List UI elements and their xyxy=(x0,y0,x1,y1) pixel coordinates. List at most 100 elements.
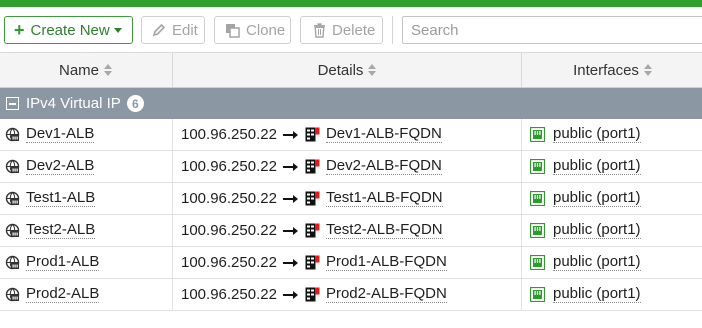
fqdn-target[interactable]: Dev1-ALB-FQDN xyxy=(325,126,442,143)
toolbar-divider xyxy=(392,16,393,44)
column-header-details[interactable]: Details xyxy=(172,53,521,87)
virtual-ip-icon xyxy=(5,159,20,174)
table-row[interactable]: Test1-ALB 100.96.250.22 Test1-ALB-FQDN p… xyxy=(0,183,702,215)
clone-icon xyxy=(225,23,240,38)
details-cell: 100.96.250.22 Dev2-ALB-FQDN xyxy=(172,151,520,182)
external-ip: 100.96.250.22 xyxy=(181,126,277,143)
virtual-ip-icon xyxy=(5,191,20,206)
column-header-label: Details xyxy=(317,61,364,79)
fqdn-address-icon xyxy=(305,159,320,174)
fqdn-address-icon xyxy=(305,127,320,142)
table-row[interactable]: Dev2-ALB 100.96.250.22 Dev2-ALB-FQDN pub… xyxy=(0,151,702,183)
column-header-interfaces[interactable]: Interfaces xyxy=(521,53,702,87)
group-row-ipv4-virtual-ip[interactable]: IPv4 Virtual IP 6 xyxy=(0,88,702,119)
group-label: IPv4 Virtual IP xyxy=(26,95,121,112)
delete-label: Delete xyxy=(332,21,376,39)
interface-name[interactable]: public (port1) xyxy=(553,158,641,175)
column-header-label: Interfaces xyxy=(573,61,639,79)
details-cell: 100.96.250.22 Dev1-ALB-FQDN xyxy=(172,119,520,150)
details-cell: 100.96.250.22 Test1-ALB-FQDN xyxy=(172,183,520,214)
port-icon xyxy=(530,255,545,270)
collapse-icon[interactable] xyxy=(6,97,19,110)
fqdn-target[interactable]: Prod1-ALB-FQDN xyxy=(325,254,447,271)
column-header-label: Name xyxy=(58,61,99,79)
row-name[interactable]: Prod1-ALB xyxy=(26,254,100,271)
interface-name[interactable]: public (port1) xyxy=(553,222,641,239)
virtual-ip-icon xyxy=(5,255,20,270)
arrow-right-icon xyxy=(282,258,299,268)
row-name[interactable]: Prod2-ALB xyxy=(26,286,100,303)
table-row[interactable]: Prod1-ALB 100.96.250.22 Prod1-ALB-FQDN p… xyxy=(0,247,702,279)
row-name[interactable]: Dev1-ALB xyxy=(26,126,95,143)
edit-button[interactable]: Edit xyxy=(141,16,205,44)
interface-name[interactable]: public (port1) xyxy=(553,126,641,143)
arrow-right-icon xyxy=(282,162,299,172)
external-ip: 100.96.250.22 xyxy=(181,158,277,175)
fqdn-target[interactable]: Dev2-ALB-FQDN xyxy=(325,158,442,175)
delete-button[interactable]: Delete xyxy=(300,16,383,44)
row-name[interactable]: Test1-ALB xyxy=(26,190,96,207)
top-accent-bar xyxy=(0,0,702,7)
edit-label: Edit xyxy=(172,21,198,39)
name-cell: Prod2-ALB xyxy=(0,279,171,310)
fqdn-address-icon xyxy=(305,287,320,302)
port-icon xyxy=(530,191,545,206)
interface-name[interactable]: public (port1) xyxy=(553,286,641,303)
create-new-button[interactable]: + Create New xyxy=(4,16,133,44)
arrow-right-icon xyxy=(282,194,299,204)
port-icon xyxy=(530,287,545,302)
row-name[interactable]: Dev2-ALB xyxy=(26,158,95,175)
details-cell: 100.96.250.22 Prod2-ALB-FQDN xyxy=(172,279,520,310)
interface-cell: public (port1) xyxy=(521,279,702,310)
external-ip: 100.96.250.22 xyxy=(181,254,277,271)
interface-cell: public (port1) xyxy=(521,215,702,246)
chevron-down-icon xyxy=(113,27,122,33)
name-cell: Dev2-ALB xyxy=(0,151,171,182)
interface-name[interactable]: public (port1) xyxy=(553,190,641,207)
arrow-right-icon xyxy=(282,290,299,300)
fqdn-target[interactable]: Prod2-ALB-FQDN xyxy=(325,286,447,303)
row-name[interactable]: Test2-ALB xyxy=(26,222,96,239)
sort-icon xyxy=(643,64,652,76)
plus-icon: + xyxy=(14,20,25,40)
table-body: Dev1-ALB 100.96.250.22 Dev1-ALB-FQDN pub… xyxy=(0,119,702,311)
external-ip: 100.96.250.22 xyxy=(181,222,277,239)
table-row[interactable]: Test2-ALB 100.96.250.22 Test2-ALB-FQDN p… xyxy=(0,215,702,247)
virtual-ip-icon xyxy=(5,287,20,302)
clone-button[interactable]: Clone xyxy=(214,16,291,44)
fqdn-target[interactable]: Test1-ALB-FQDN xyxy=(325,190,443,207)
arrow-right-icon xyxy=(282,130,299,140)
virtual-ip-icon xyxy=(5,127,20,142)
interface-cell: public (port1) xyxy=(521,119,702,150)
details-cell: 100.96.250.22 Prod1-ALB-FQDN xyxy=(172,247,520,278)
interface-cell: public (port1) xyxy=(521,183,702,214)
sort-icon xyxy=(104,64,112,76)
name-cell: Prod1-ALB xyxy=(0,247,171,278)
clone-label: Clone xyxy=(246,21,286,39)
external-ip: 100.96.250.22 xyxy=(181,190,277,207)
interface-cell: public (port1) xyxy=(521,247,702,278)
port-icon xyxy=(530,159,545,174)
name-cell: Dev1-ALB xyxy=(0,119,171,150)
fqdn-address-icon xyxy=(305,223,320,238)
fqdn-address-icon xyxy=(305,255,320,270)
pencil-icon xyxy=(152,23,166,37)
group-count-badge: 6 xyxy=(126,95,144,112)
table-header: Name Details Interfaces xyxy=(0,52,702,88)
column-header-name[interactable]: Name xyxy=(0,53,171,87)
port-icon xyxy=(530,223,545,238)
search-input[interactable] xyxy=(402,16,702,44)
toolbar: + Create New Edit Clone Delete xyxy=(0,7,702,52)
arrow-right-icon xyxy=(282,226,299,236)
name-cell: Test1-ALB xyxy=(0,183,171,214)
name-cell: Test2-ALB xyxy=(0,215,171,246)
details-cell: 100.96.250.22 Test2-ALB-FQDN xyxy=(172,215,520,246)
table-row[interactable]: Prod2-ALB 100.96.250.22 Prod2-ALB-FQDN p… xyxy=(0,279,702,311)
fqdn-target[interactable]: Test2-ALB-FQDN xyxy=(325,222,443,239)
interface-cell: public (port1) xyxy=(521,151,702,182)
interface-name[interactable]: public (port1) xyxy=(553,254,641,271)
table-row[interactable]: Dev1-ALB 100.96.250.22 Dev1-ALB-FQDN pub… xyxy=(0,119,702,151)
virtual-ip-icon xyxy=(5,223,20,238)
create-new-label: Create New xyxy=(30,21,110,39)
fqdn-address-icon xyxy=(305,191,320,206)
